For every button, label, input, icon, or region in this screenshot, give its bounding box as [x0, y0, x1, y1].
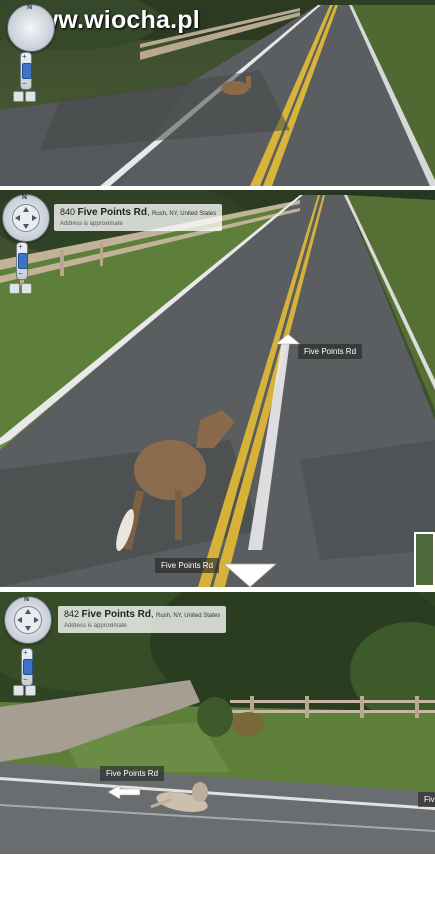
north-label: N [24, 596, 30, 603]
navigation-arrow-icon[interactable] [224, 562, 276, 587]
address-note: Address is approximate [60, 221, 123, 227]
pan-compass-icon[interactable]: N [7, 4, 55, 52]
fullscreen-icon[interactable] [13, 91, 24, 102]
zoom-slider-icon[interactable]: + − [20, 52, 32, 90]
north-label: N [27, 4, 33, 11]
zoom-in-icon[interactable]: + [23, 649, 28, 657]
exit-icon[interactable] [25, 91, 36, 102]
address-box: 840 Five Points Rd, Rush, NY, United Sta… [54, 204, 223, 231]
view-buttons [13, 685, 37, 696]
zoom-out-icon[interactable]: − [22, 80, 27, 88]
street-view-frame-1: www.wiocha.pl N + − [0, 0, 435, 186]
fullscreen-icon[interactable] [13, 685, 24, 696]
street-view-frame-3: N + − 842 Five Points Rd, Rush, NY, Unit… [0, 592, 435, 854]
address-number: 840 [60, 207, 76, 217]
north-label: N [22, 194, 28, 201]
address-street: Five Points Rd [77, 207, 147, 218]
address-box: 842 Five Points Rd, Rush, NY, United Sta… [58, 606, 227, 633]
zoom-in-icon[interactable]: + [22, 53, 27, 61]
address-line: 840 Five Points Rd, Rush, NY, United Sta… [60, 207, 217, 218]
pan-ring-icon[interactable] [12, 204, 40, 232]
zoom-out-icon[interactable]: − [23, 676, 28, 684]
zoom-in-icon[interactable]: + [18, 243, 23, 251]
road-label[interactable]: Five Points Rd [298, 344, 363, 359]
view-buttons [9, 283, 33, 294]
address-note: Address is approximate [64, 623, 127, 629]
pan-compass-icon[interactable]: N [2, 194, 50, 242]
zoom-knob[interactable] [23, 659, 33, 675]
view-buttons [13, 91, 37, 102]
preview-thumbnail[interactable] [414, 532, 435, 587]
address-city: Rush, NY, United States [152, 211, 217, 217]
navigation-arrow-icon[interactable] [108, 785, 140, 799]
road-label[interactable]: Fiv [418, 792, 435, 807]
road-label[interactable]: Five Points Rd [100, 766, 165, 781]
zoom-knob[interactable] [18, 253, 28, 269]
address-city: Rush, NY, United States [156, 613, 221, 619]
zoom-knob[interactable] [22, 63, 32, 79]
exit-icon[interactable] [25, 685, 36, 696]
road-scene-2 [0, 190, 435, 587]
pan-ring-icon[interactable] [14, 606, 42, 634]
road-label[interactable]: Five Points Rd [155, 558, 220, 573]
exit-icon[interactable] [21, 283, 32, 294]
zoom-slider-icon[interactable]: + − [21, 648, 33, 686]
zoom-out-icon[interactable]: − [18, 270, 23, 278]
address-number: 842 [64, 609, 80, 619]
navigation-arrow-icon[interactable] [276, 334, 300, 346]
zoom-slider-icon[interactable]: + − [16, 242, 28, 280]
pan-compass-icon[interactable]: N [4, 596, 52, 644]
street-view-frame-2: N + − 840 Five Points Rd, Rush, NY, Unit… [0, 190, 435, 587]
fullscreen-icon[interactable] [9, 283, 20, 294]
address-line: 842 Five Points Rd, Rush, NY, United Sta… [64, 609, 221, 620]
address-street: Five Points Rd [81, 609, 151, 620]
